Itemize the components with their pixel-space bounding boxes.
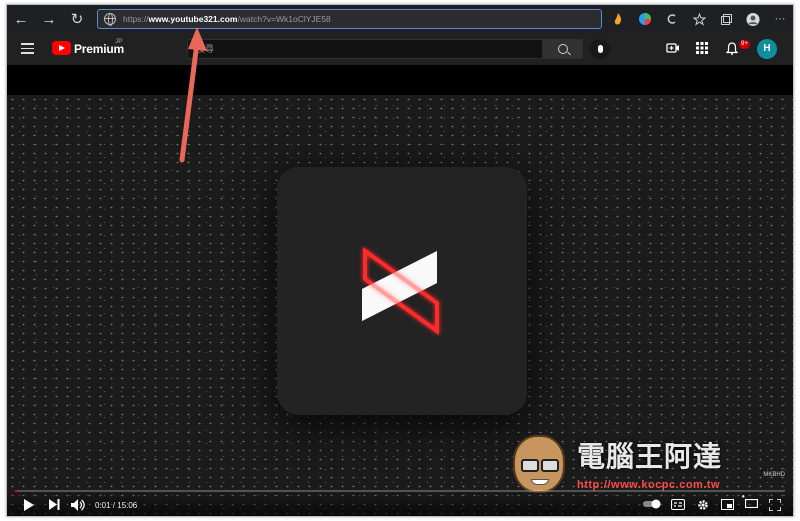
profile-icon[interactable] [746,12,760,26]
extension-icons: ··· [611,5,787,33]
autoplay-toggle[interactable] [643,499,661,512]
progress-fill [15,490,19,492]
url-domain: www.youtube321.com [148,14,238,24]
reload-button[interactable]: ↻ [63,5,91,33]
extension-flame-icon[interactable] [611,12,625,26]
apps-grid-icon[interactable] [695,42,709,56]
microphone-icon [597,45,603,53]
search-input[interactable]: 搜尋 [187,39,543,59]
favorites-star-icon[interactable] [692,12,706,26]
url-prefix: https:// [123,14,149,24]
voice-search-button[interactable] [590,39,610,59]
forward-arrow-icon: → [41,10,57,28]
url-text: https://www.youtube321.com/watch?v=Wk1oC… [123,14,331,24]
mkbhd-logo-icon [362,247,439,335]
captions-icon[interactable] [671,499,685,513]
progress-bar[interactable] [15,490,785,492]
url-path: /watch?v=Wk1oClYJE58 [237,14,331,24]
notifications-bell-icon[interactable] [725,42,739,56]
menu-icon[interactable] [21,43,34,54]
address-bar[interactable]: https://www.youtube321.com/watch?v=Wk1oC… [97,9,602,29]
avatar[interactable]: H [757,39,777,59]
extension-c-icon[interactable] [665,12,679,26]
black-banner-strip [7,65,793,95]
miniplayer-icon[interactable] [721,499,734,513]
fullscreen-icon[interactable] [768,498,782,514]
globe-icon [104,13,116,26]
settings-gear-icon[interactable] [697,499,709,514]
volume-icon[interactable] [71,499,85,514]
youtube-header: Premium JP 搜尋 9+ H [7,33,793,65]
back-arrow-icon: ← [13,10,29,28]
browser-menu-button[interactable]: ··· [773,12,787,26]
app-icon-card [277,167,527,415]
search-button[interactable] [543,39,583,59]
search-icon [558,44,568,54]
logo-region: JP [115,38,123,45]
notification-badge: 9+ [739,40,750,49]
time-display: 0:01 / 15:06 [95,501,138,510]
extension-colorful-icon[interactable] [638,12,652,26]
collections-icon[interactable] [719,12,733,26]
screenshot-frame: ← → ↻ https://www.youtube321.com/watch?v… [6,4,794,517]
next-video-icon[interactable] [49,499,60,513]
video-player[interactable]: MKBHD 電腦王阿達 http://www.kocpc.com.tw 0:01… [7,95,793,516]
mascot-face-icon [513,435,565,493]
back-button[interactable]: ← [7,5,35,33]
youtube-logo-icon[interactable] [52,41,71,55]
watermark-title: 電腦王阿達 [577,440,723,473]
browser-toolbar: ← → ↻ https://www.youtube321.com/watch?v… [7,5,793,33]
play-icon[interactable] [23,499,34,514]
player-controls: 0:01 / 15:06 ● [7,490,793,516]
theater-mode-icon[interactable] [744,498,759,511]
forward-button[interactable]: → [35,5,63,33]
reload-icon: ↻ [70,11,84,28]
create-video-icon[interactable] [666,42,680,56]
